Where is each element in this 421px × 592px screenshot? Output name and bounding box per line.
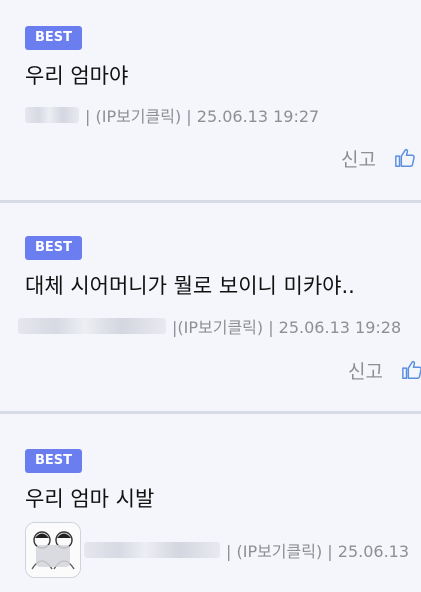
thumbs-up-icon[interactable]: [401, 359, 421, 381]
comment-actions: 신고: [348, 355, 421, 385]
avatar-image: [26, 523, 80, 577]
report-button[interactable]: 신고: [341, 145, 376, 172]
best-badge: BEST: [25, 449, 83, 473]
meta-text[interactable]: | (IP보기클릭) | 25.06.13: [226, 538, 409, 562]
comment-text: 우리 엄마 시발: [25, 487, 155, 511]
divider: [0, 411, 421, 414]
best-badge: BEST: [25, 26, 83, 50]
meta-text[interactable]: | (IP보기클릭) | 25.06.13 19:27: [85, 103, 319, 127]
comment-actions: 신고: [341, 143, 416, 173]
divider: [0, 200, 421, 203]
blurred-author[interactable]: [25, 107, 79, 123]
meta-text[interactable]: |(IP보기클릭) | 25.06.13 19:28: [172, 314, 401, 338]
comment-text: 우리 엄마야: [25, 64, 129, 88]
comment-text: 대체 시어머니가 뭘로 보이니 미카야..: [25, 274, 355, 298]
report-button[interactable]: 신고: [348, 357, 383, 384]
blurred-author[interactable]: [18, 318, 166, 334]
comment-meta: | (IP보기클릭) | 25.06.13: [84, 539, 409, 561]
comment-meta: |(IP보기클릭) | 25.06.13 19:28: [18, 315, 401, 337]
comment-meta: | (IP보기클릭) | 25.06.13 19:27: [25, 104, 319, 126]
blurred-author[interactable]: [84, 542, 220, 558]
best-badge: BEST: [25, 236, 83, 260]
thumbs-up-icon[interactable]: [394, 147, 416, 169]
avatar[interactable]: [25, 522, 81, 578]
